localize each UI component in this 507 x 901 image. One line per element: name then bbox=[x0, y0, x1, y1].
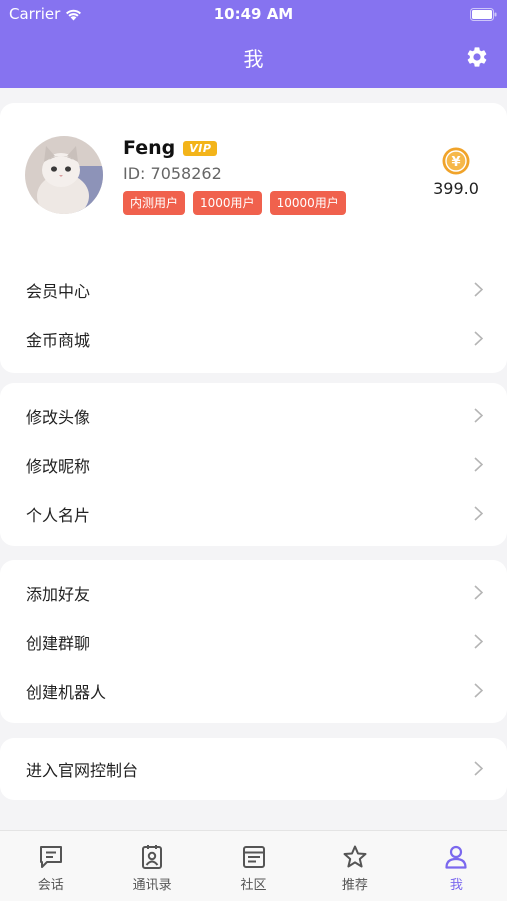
coin-icon: ¥ bbox=[442, 147, 470, 175]
contacts-icon bbox=[142, 845, 163, 869]
chat-icon bbox=[39, 846, 62, 868]
tab-label: 推荐 bbox=[341, 878, 368, 893]
menu-group-console: 进入官网控制台 bbox=[0, 738, 507, 800]
chevron-right-icon bbox=[474, 282, 483, 297]
user-id: ID: 7058262 bbox=[123, 164, 222, 183]
tag-10000-user: 10000用户 bbox=[269, 191, 346, 215]
person-icon bbox=[445, 845, 467, 869]
tab-label: 我 bbox=[449, 878, 463, 893]
tab-contacts[interactable]: 通讯录 bbox=[101, 831, 202, 901]
avatar[interactable] bbox=[25, 136, 103, 214]
tab-community[interactable]: 社区 bbox=[203, 831, 304, 901]
menu-label: 修改头像 bbox=[26, 407, 91, 427]
menu-label: 进入官网控制台 bbox=[26, 760, 139, 780]
chevron-right-icon bbox=[474, 506, 483, 521]
page-title: 我 bbox=[243, 47, 264, 71]
tab-recommend[interactable]: 推荐 bbox=[304, 831, 405, 901]
menu-label: 修改昵称 bbox=[26, 456, 91, 476]
battery-icon bbox=[470, 8, 497, 21]
profile-card: Feng VIP ID: 7058262 内测用户 1000用户 10000用户… bbox=[0, 103, 507, 373]
menu-add-friend[interactable]: 添加好友 bbox=[0, 568, 507, 617]
menu-change-avatar[interactable]: 修改头像 bbox=[0, 391, 507, 440]
tab-bar: 会话 通讯录 社区 推荐 我 bbox=[0, 830, 507, 901]
chevron-right-icon bbox=[474, 408, 483, 423]
menu-change-nickname[interactable]: 修改昵称 bbox=[0, 440, 507, 489]
chevron-right-icon bbox=[474, 585, 483, 600]
tab-label: 社区 bbox=[240, 878, 267, 893]
menu-member-center[interactable]: 会员中心 bbox=[0, 265, 507, 314]
user-name: Feng bbox=[123, 137, 176, 159]
tag-beta-user: 内测用户 bbox=[123, 191, 186, 215]
menu-label: 个人名片 bbox=[26, 505, 91, 525]
coin-value: 399.0 bbox=[433, 179, 479, 198]
menu-label: 创建群聊 bbox=[26, 633, 91, 653]
menu-business-card[interactable]: 个人名片 bbox=[0, 489, 507, 538]
chevron-right-icon bbox=[474, 634, 483, 649]
chevron-right-icon bbox=[474, 457, 483, 472]
svg-text:¥: ¥ bbox=[451, 155, 460, 170]
menu-official-console[interactable]: 进入官网控制台 bbox=[0, 744, 507, 793]
community-icon bbox=[242, 846, 265, 868]
star-icon bbox=[343, 845, 367, 868]
name-row: Feng VIP bbox=[123, 137, 218, 159]
chevron-right-icon bbox=[474, 683, 483, 698]
tag-1000-user: 1000用户 bbox=[193, 191, 262, 215]
tab-label: 会话 bbox=[37, 878, 64, 893]
chevron-right-icon bbox=[474, 761, 483, 776]
menu-create-group[interactable]: 创建群聊 bbox=[0, 617, 507, 666]
status-time: 10:49 AM bbox=[213, 5, 294, 23]
tab-me[interactable]: 我 bbox=[406, 831, 507, 901]
coin-balance[interactable]: ¥ 399.0 bbox=[430, 147, 482, 198]
menu-label: 添加好友 bbox=[26, 584, 91, 604]
menu-coin-mall[interactable]: 金币商城 bbox=[0, 314, 507, 363]
menu-group-profile: 修改头像 修改昵称 个人名片 bbox=[0, 383, 507, 546]
nav-bar: 我 bbox=[0, 30, 507, 88]
tab-label: 通讯录 bbox=[132, 878, 172, 893]
menu-group-social: 添加好友 创建群聊 创建机器人 bbox=[0, 560, 507, 723]
menu-label: 金币商城 bbox=[26, 330, 91, 350]
vip-badge: VIP bbox=[183, 140, 218, 156]
tab-chats[interactable]: 会话 bbox=[0, 831, 101, 901]
gear-icon[interactable] bbox=[465, 45, 489, 69]
menu-label: 创建机器人 bbox=[26, 682, 107, 702]
user-tags: 内测用户 1000用户 10000用户 bbox=[123, 191, 346, 215]
menu-create-bot[interactable]: 创建机器人 bbox=[0, 666, 507, 715]
status-bar: Carrier 10:49 AM bbox=[0, 0, 507, 30]
chevron-right-icon bbox=[474, 331, 483, 346]
menu-label: 会员中心 bbox=[26, 281, 91, 301]
